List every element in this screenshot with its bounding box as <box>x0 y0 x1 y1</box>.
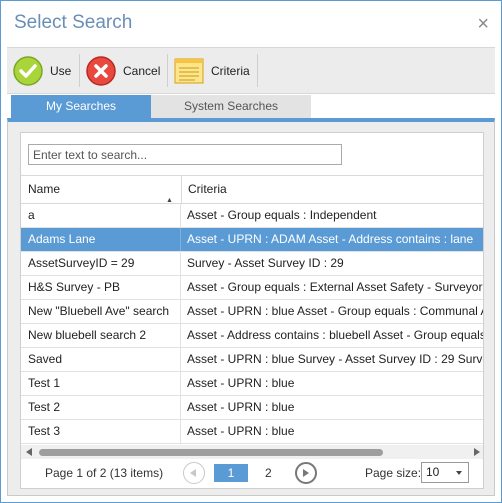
tab-strip: My Searches System Searches <box>11 95 491 118</box>
page-1-button[interactable]: 1 <box>214 464 248 482</box>
table-row[interactable]: H&S Survey - PB Asset - Group equals : Ex… <box>21 276 484 300</box>
table-row[interactable]: Test 2 Asset - UPRN : blue <box>21 396 483 420</box>
select-search-dialog: Select Search × Use Cancel Criteria My S… <box>0 0 502 503</box>
page-size-value: 10 <box>426 465 440 479</box>
criteria-button[interactable]: Criteria <box>173 48 250 93</box>
cell-name: H&S Survey - PB <box>21 276 181 299</box>
cell-criteria: Asset - UPRN : blue <box>187 376 295 390</box>
cell-name: New bluebell search 2 <box>21 324 181 347</box>
chevron-down-icon <box>456 471 462 475</box>
title-bar: Select Search × <box>1 1 501 47</box>
column-header-criteria[interactable]: Criteria <box>181 176 483 203</box>
page-size-select[interactable]: 10 <box>421 462 469 483</box>
toolbar-divider <box>167 54 168 87</box>
cell-criteria: Asset - UPRN : blue Asset - Group equals… <box>187 304 484 318</box>
criteria-label: Criteria <box>211 63 250 78</box>
notepad-icon <box>174 58 204 83</box>
table-row[interactable]: New "Bluebell Ave" search Asset - UPRN : … <box>21 300 484 324</box>
cell-criteria: Asset - Address contains : bluebell Asse… <box>187 328 484 342</box>
column-name-label: Name <box>28 182 61 196</box>
cell-name: AssetSurveyID = 29 <box>21 252 181 275</box>
cell-name: Test 3 <box>21 420 181 443</box>
tab-system-searches[interactable]: System Searches <box>151 95 311 118</box>
cell-criteria: Asset - Group equals : External Asset Sa… <box>187 280 484 294</box>
next-page-icon[interactable] <box>295 462 317 484</box>
scrollbar-thumb[interactable] <box>39 449 383 456</box>
scroll-right-icon[interactable] <box>474 448 480 456</box>
cell-criteria: Asset - Group equals : Independent <box>187 208 377 222</box>
search-input[interactable] <box>28 144 342 165</box>
table-row-selected[interactable]: Adams Lane Asset - UPRN : ADAM Asset - Ad… <box>21 228 483 252</box>
cell-name: Adams Lane <box>21 228 181 251</box>
cell-criteria: Asset - UPRN : blue <box>187 400 295 414</box>
column-divider <box>181 175 182 203</box>
tab-panel: Name ▲ Criteria a Asset - Group equals : … <box>7 118 495 496</box>
table-row[interactable]: Test 1 Asset - UPRN : blue <box>21 372 483 396</box>
pager: Page 1 of 2 (13 items) 1 2 Page size: 10 <box>21 459 483 488</box>
scroll-left-icon[interactable] <box>26 448 32 456</box>
grid-rows: a Asset - Group equals : Independent Adam… <box>21 204 484 444</box>
cell-name: Saved <box>21 348 181 371</box>
table-row[interactable]: New bluebell search 2 Asset - Address con… <box>21 324 484 348</box>
page-info: Page 1 of 2 (13 items) <box>45 466 164 480</box>
horizontal-scrollbar[interactable] <box>21 445 483 459</box>
toolbar-divider <box>79 54 80 87</box>
tab-my-searches[interactable]: My Searches <box>11 95 151 118</box>
cell-criteria: Asset - UPRN : blue Survey - Asset Surve… <box>187 352 484 366</box>
cell-criteria: Asset - UPRN : blue <box>187 424 295 438</box>
table-row[interactable]: a Asset - Group equals : Independent <box>21 204 483 228</box>
cancel-icon <box>86 55 116 86</box>
toolbar-divider <box>257 54 258 87</box>
grid-header: Name ▲ Criteria <box>21 175 483 204</box>
use-button[interactable]: Use <box>12 48 71 93</box>
page-2-button[interactable]: 2 <box>265 466 272 480</box>
use-label: Use <box>50 63 72 78</box>
previous-page-icon <box>183 462 205 484</box>
column-criteria-label: Criteria <box>188 182 227 196</box>
searches-grid: Name ▲ Criteria a Asset - Group equals : … <box>20 132 484 489</box>
table-row[interactable]: AssetSurveyID = 29 Survey - Asset Survey … <box>21 252 483 276</box>
cancel-button[interactable]: Cancel <box>85 48 160 93</box>
table-row[interactable]: Saved Asset - UPRN : blue Survey - Asset … <box>21 348 484 372</box>
cell-criteria: Survey - Asset Survey ID : 29 <box>187 256 344 270</box>
toolbar: Use Cancel Criteria <box>7 47 495 94</box>
cell-name: a <box>21 204 181 227</box>
close-icon[interactable]: × <box>477 14 489 34</box>
cancel-label: Cancel <box>123 63 161 78</box>
check-icon <box>13 55 43 86</box>
cell-name: Test 1 <box>21 372 181 395</box>
cell-criteria: Asset - UPRN : ADAM Asset - Address cont… <box>187 232 474 246</box>
dialog-title: Select Search <box>14 12 133 33</box>
cell-name: Test 2 <box>21 396 181 419</box>
page-size-label: Page size: <box>365 466 422 480</box>
cell-name: New "Bluebell Ave" search <box>21 300 181 323</box>
table-row[interactable]: Test 3 Asset - UPRN : blue <box>21 420 483 444</box>
column-header-name[interactable]: Name ▲ <box>21 176 181 204</box>
